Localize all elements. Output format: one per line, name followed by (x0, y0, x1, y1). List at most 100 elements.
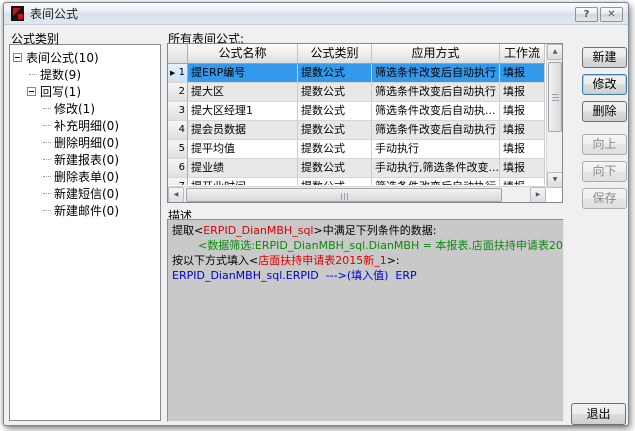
cell-name: 提会员数据 (188, 121, 298, 140)
table-row[interactable]: 6 提业绩 提数公式 手动执行,筛选条件改变... 填报 (168, 159, 545, 178)
tree-item-huixie[interactable]: 回写(1) (10, 83, 160, 100)
tree-item-label: 回写(1) (40, 83, 81, 100)
move-up-button[interactable]: 向上 (582, 134, 627, 155)
row-header[interactable]: 4 (168, 121, 188, 140)
cell-category: 提数公式 (298, 102, 372, 121)
desc-mapping: ERPID_DianMBH_sql.ERPID --->(填入值) ERP (172, 269, 417, 282)
tree-item-label: 提数(9) (40, 66, 81, 83)
horizontal-scroll-thumb[interactable] (186, 188, 502, 202)
tree-item-label: 删除表单(0) (54, 168, 119, 185)
table-row[interactable]: 5 提平均值 提数公式 手动执行 填报 (168, 140, 545, 159)
desc-text: >: (387, 254, 400, 267)
table-row[interactable]: 4 提会员数据 提数公式 筛选条件改变后自动执行 填报 (168, 121, 545, 140)
row-header[interactable]: 1 (168, 64, 188, 83)
description-line: 按以下方式填入<店面扶持申请表2015新_1>: (172, 253, 559, 268)
cell-apply: 筛选条件改变后自动执... (372, 102, 500, 121)
row-header[interactable]: 7 (168, 178, 188, 185)
tree-item-label: 新建短信(0) (54, 185, 119, 202)
cell-workflow: 填报 (500, 159, 545, 178)
tree-item-label: 修改(1) (54, 100, 95, 117)
tree-item-label: 新建报表(0) (54, 151, 119, 168)
scroll-down-icon[interactable]: ▼ (547, 172, 563, 188)
tree-connector (43, 193, 51, 194)
tree-item-shanchubiaodan[interactable]: 删除表单(0) (10, 168, 160, 185)
vertical-scrollbar[interactable]: ▲ ▼ (546, 44, 562, 188)
desc-ref: 店面扶持申请表2015新_1 (258, 254, 387, 267)
column-header-apply[interactable]: 应用方式 (372, 44, 500, 64)
cell-name: 提大区 (188, 83, 298, 102)
cell-workflow: 填报 (500, 140, 545, 159)
vertical-scroll-thumb[interactable] (548, 62, 562, 132)
window-title: 表间公式 (30, 5, 78, 22)
column-header-workflow[interactable]: 工作流 (500, 44, 545, 64)
row-header[interactable]: 3 (168, 102, 188, 121)
row-header[interactable]: 5 (168, 140, 188, 159)
description-line: ERPID_DianMBH_sql.ERPID --->(填入值) ERP (172, 268, 559, 283)
cell-apply: 筛选条件改变后自动执行 (372, 121, 500, 140)
table-row[interactable]: 7 提开业时间 提数公式 筛选条件改变后自动执行 填报 (168, 178, 545, 185)
cell-category: 提数公式 (298, 121, 372, 140)
cell-category: 提数公式 (298, 159, 372, 178)
titlebar[interactable]: 表间公式 ? ✕ (4, 3, 628, 25)
horizontal-scrollbar[interactable]: ◀ ▶ (168, 186, 546, 202)
app-icon (11, 6, 24, 21)
formula-table: 公式名称 公式类别 应用方式 工作流 1 提ERP编号 提数公式 筛选条件改变后… (167, 43, 563, 203)
cell-name: 提ERP编号 (188, 64, 298, 83)
tree-connector (43, 142, 51, 143)
close-button[interactable]: ✕ (600, 7, 623, 22)
cell-workflow: 填报 (500, 102, 545, 121)
cell-workflow: 填报 (500, 83, 545, 102)
category-tree: 表间公式(10) 提数(9) 回写(1) 修改(1) 补充明细(0) 删除明细(… (9, 44, 161, 421)
move-down-button[interactable]: 向下 (582, 161, 627, 182)
desc-text: 按以下方式填入< (172, 254, 258, 267)
exit-button[interactable]: 退出 (571, 403, 626, 425)
cell-category: 提数公式 (298, 64, 372, 83)
table-row[interactable]: 2 提大区 提数公式 筛选条件改变后自动执行 填报 (168, 83, 545, 102)
table-row[interactable]: 3 提大区经理1 提数公式 筛选条件改变后自动执... 填报 (168, 102, 545, 121)
cell-name: 提平均值 (188, 140, 298, 159)
column-header-category[interactable]: 公式类别 (298, 44, 372, 64)
row-header[interactable]: 6 (168, 159, 188, 178)
tree-item-label: 新建邮件(0) (54, 202, 119, 219)
modify-button[interactable]: 修改 (582, 74, 627, 95)
description-line: <数据筛选:ERPID_DianMBH_sql.DianMBH = 本报表.店面… (172, 238, 559, 253)
tree-connector (43, 176, 51, 177)
tree-item-label: 删除明细(0) (54, 134, 119, 151)
scroll-right-icon[interactable]: ▶ (530, 187, 546, 203)
tree-connector (43, 210, 51, 211)
collapse-icon[interactable] (13, 53, 22, 62)
tree-item-root[interactable]: 表间公式(10) (10, 49, 160, 66)
column-header-rowselector[interactable] (168, 44, 188, 64)
description-line: 提取<ERPID_DianMBH_sql>中满足下列条件的数据: (172, 223, 559, 238)
tree-connector (43, 108, 51, 109)
row-header[interactable]: 2 (168, 83, 188, 102)
scroll-left-icon[interactable]: ◀ (168, 187, 184, 203)
tree-connector (43, 159, 51, 160)
tree-item-xinjianyoujian[interactable]: 新建邮件(0) (10, 202, 160, 219)
desc-text: 提取< (172, 224, 203, 237)
tree-item-xinjianbaobiao[interactable]: 新建报表(0) (10, 151, 160, 168)
description-box: 提取<ERPID_DianMBH_sql>中满足下列条件的数据: <数据筛选:E… (167, 219, 564, 422)
tree-item-tishu[interactable]: 提数(9) (10, 66, 160, 83)
tree-item-buchongmingxi[interactable]: 补充明细(0) (10, 117, 160, 134)
cell-category: 提数公式 (298, 83, 372, 102)
tree-connector (29, 74, 37, 75)
cell-apply: 手动执行,筛选条件改变... (372, 159, 500, 178)
save-button[interactable]: 保存 (582, 188, 627, 209)
cell-apply: 筛选条件改变后自动执行 (372, 64, 500, 83)
collapse-icon[interactable] (27, 87, 36, 96)
column-header-name[interactable]: 公式名称 (188, 44, 298, 64)
help-button[interactable]: ? (575, 7, 598, 22)
tree-item-xinjianduanxin[interactable]: 新建短信(0) (10, 185, 160, 202)
table-row[interactable]: 1 提ERP编号 提数公式 筛选条件改变后自动执行 填报 (168, 64, 545, 83)
scroll-up-icon[interactable]: ▲ (547, 44, 563, 60)
cell-category: 提数公式 (298, 140, 372, 159)
tree-item-label: 表间公式(10) (26, 49, 99, 66)
cell-name: 提业绩 (188, 159, 298, 178)
new-button[interactable]: 新建 (582, 47, 627, 68)
tree-item-shanchumingxi[interactable]: 删除明细(0) (10, 134, 160, 151)
delete-button[interactable]: 删除 (582, 101, 627, 122)
cell-apply: 筛选条件改变后自动执行 (372, 83, 500, 102)
tree-item-xiugai[interactable]: 修改(1) (10, 100, 160, 117)
cell-name: 提开业时间 (188, 178, 298, 185)
